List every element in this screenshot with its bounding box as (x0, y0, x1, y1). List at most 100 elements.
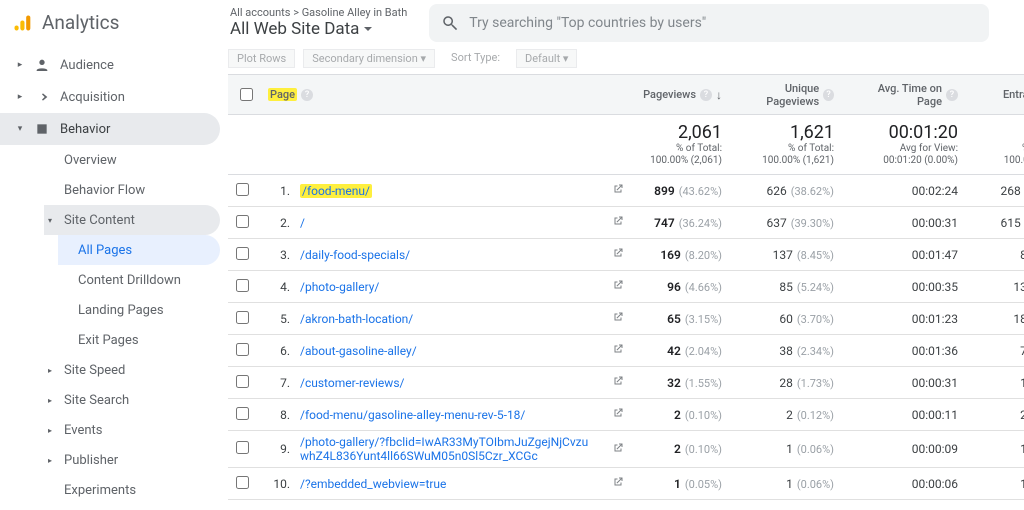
chevron-right-icon: ▸ (48, 366, 58, 375)
view-selector[interactable]: All Web Site Data (230, 19, 407, 39)
subnav-overview[interactable]: Overview (44, 145, 220, 175)
page-path-link[interactable]: /daily-food-specials/ (300, 248, 410, 262)
page-path-link[interactable]: /about-gasoline-alley/ (300, 344, 417, 358)
sort-descending-icon: ↓ (716, 88, 722, 102)
open-in-new-icon[interactable] (612, 343, 624, 355)
cell-unique-pageviews: 637(39.30%) (730, 207, 842, 239)
open-in-new-icon[interactable] (612, 375, 624, 387)
table-row: 5./akron-bath-location/65(3.15%)60(3.70%… (228, 303, 1024, 335)
row-checkbox[interactable] (236, 311, 249, 324)
open-in-new-icon[interactable] (612, 442, 624, 454)
page-path-link[interactable]: /customer-reviews/ (300, 376, 404, 390)
help-icon[interactable]: ? (946, 89, 958, 101)
sidebar-item-conversions[interactable]: ▸ Conversions (0, 505, 220, 510)
cell-pageviews: 1(0.05%) (630, 468, 730, 500)
cell-unique-pageviews: 626(38.62%) (730, 175, 842, 207)
account-selector[interactable]: All accounts > Gasoline Alley in Bath Al… (230, 6, 407, 40)
row-checkbox[interactable] (236, 441, 249, 454)
cell-pageviews: 2(0.10%) (630, 399, 730, 431)
help-icon[interactable]: ? (700, 89, 712, 101)
subnav-exit-pages[interactable]: Exit Pages (58, 325, 220, 355)
cell-unique-pageviews: 28(1.73%) (730, 367, 842, 399)
help-icon[interactable]: ? (823, 89, 834, 101)
subnav-behavior-flow[interactable]: Behavior Flow (44, 175, 220, 205)
sidebar-item-label: Behavior (60, 122, 110, 137)
row-checkbox[interactable] (236, 407, 249, 420)
open-in-new-icon[interactable] (612, 247, 624, 259)
cell-avg-time: 00:00:11 (842, 399, 966, 431)
cell-avg-time: 00:00:09 (842, 431, 966, 468)
open-in-new-icon[interactable] (612, 407, 624, 419)
row-index: 6. (260, 335, 292, 367)
column-header-entrances[interactable]: Entrances? (966, 75, 1024, 115)
subnav-events[interactable]: ▸Events (44, 415, 220, 445)
row-checkbox[interactable] (236, 215, 249, 228)
open-in-new-icon[interactable] (612, 215, 624, 227)
row-index: 4. (260, 271, 292, 303)
open-in-new-icon[interactable] (612, 279, 624, 291)
cell-pageviews: 42(2.04%) (630, 335, 730, 367)
select-all-header[interactable] (228, 75, 260, 115)
subnav-content-drilldown[interactable]: Content Drilldown (58, 265, 220, 295)
search-box[interactable]: Try searching "Top countries by users" (429, 4, 989, 42)
subnav-experiments[interactable]: Experiments (44, 475, 220, 505)
sort-type-select[interactable]: Default ▾ (516, 49, 577, 68)
column-header-page[interactable]: Page? (260, 75, 630, 115)
analytics-logo-icon (12, 13, 32, 33)
secondary-dimension-button[interactable]: Secondary dimension ▾ (303, 49, 435, 68)
row-index: 8. (260, 399, 292, 431)
help-icon[interactable]: ? (301, 89, 313, 101)
table-row: 7./customer-reviews/32(1.55%)28(1.73%)00… (228, 367, 1024, 399)
sidebar-item-audience[interactable]: ▸ Audience (0, 49, 220, 81)
subnav-site-search[interactable]: ▸Site Search (44, 385, 220, 415)
subnav-publisher[interactable]: ▸Publisher (44, 445, 220, 475)
column-header-pageviews[interactable]: Pageviews?↓ (630, 75, 730, 115)
cell-avg-time: 00:00:31 (842, 207, 966, 239)
open-in-new-icon[interactable] (612, 311, 624, 323)
total-avg-time: 00:01:20 Avg for View:00:01:20 (0.00%) (842, 115, 966, 175)
total-unique-pageviews: 1,621 % of Total:100.00% (1,621) (730, 115, 842, 175)
subnav-all-pages[interactable]: All Pages (58, 235, 220, 265)
page-path-link[interactable]: /food-menu/ (300, 184, 372, 198)
sidebar-item-acquisition[interactable]: ▸ Acquisition (0, 81, 220, 113)
page-path-link[interactable]: /akron-bath-location/ (300, 312, 413, 326)
breadcrumb-all-accounts[interactable]: All accounts (230, 6, 290, 19)
page-path-link[interactable]: / (300, 216, 305, 230)
cell-entrances: 1(0.11%) (966, 431, 1024, 468)
cell-pageviews: 169(8.20%) (630, 239, 730, 271)
pages-table: Page? Pageviews?↓ Unique Pageviews? Avg.… (228, 74, 1024, 500)
row-index: 5. (260, 303, 292, 335)
row-checkbox[interactable] (236, 476, 249, 489)
page-path-link[interactable]: /photo-gallery/ (300, 280, 379, 294)
cell-entrances: 13(1.38%) (966, 271, 1024, 303)
row-checkbox[interactable] (236, 183, 249, 196)
product-logo: Analytics (12, 11, 220, 34)
report-content: Plot Rows Secondary dimension ▾ Sort Typ… (220, 45, 1024, 510)
cell-pageviews: 96(4.66%) (630, 271, 730, 303)
open-in-new-icon[interactable] (612, 183, 624, 195)
open-in-new-icon[interactable] (612, 476, 624, 488)
cell-unique-pageviews: 2(0.12%) (730, 399, 842, 431)
cell-entrances: 2(0.21%) (966, 399, 1024, 431)
page-path-link[interactable]: /food-menu/gasoline-alley-menu-rev-5-18/ (300, 408, 525, 422)
table-row: 3./daily-food-specials/169(8.20%)137(8.4… (228, 239, 1024, 271)
total-pageviews: 2,061 % of Total:100.00% (2,061) (630, 115, 730, 175)
subnav-landing-pages[interactable]: Landing Pages (58, 295, 220, 325)
page-path-link[interactable]: /photo-gallery/?fbclid=IwAR33MyTOIbmJuZg… (300, 435, 596, 463)
plot-rows-button[interactable]: Plot Rows (228, 49, 295, 68)
sidebar-item-behavior[interactable]: ▾ Behavior (0, 113, 220, 145)
subnav-site-speed[interactable]: ▸Site Speed (44, 355, 220, 385)
column-header-avg-time[interactable]: Avg. Time on Page? (842, 75, 966, 115)
cell-unique-pageviews: 1(0.06%) (730, 431, 842, 468)
column-header-unique-pageviews[interactable]: Unique Pageviews? (730, 75, 842, 115)
page-path-link[interactable]: /?embedded_webview=true (300, 477, 446, 491)
cell-avg-time: 00:01:36 (842, 335, 966, 367)
chevron-right-icon: ▸ (16, 92, 24, 102)
row-checkbox[interactable] (236, 247, 249, 260)
table-row: 1./food-menu/899(43.62%)626(38.62%)00:02… (228, 175, 1024, 207)
select-all-checkbox[interactable] (240, 88, 253, 101)
subnav-site-content[interactable]: ▾ Site Content (44, 205, 220, 235)
row-checkbox[interactable] (236, 343, 249, 356)
row-checkbox[interactable] (236, 279, 249, 292)
row-checkbox[interactable] (236, 375, 249, 388)
